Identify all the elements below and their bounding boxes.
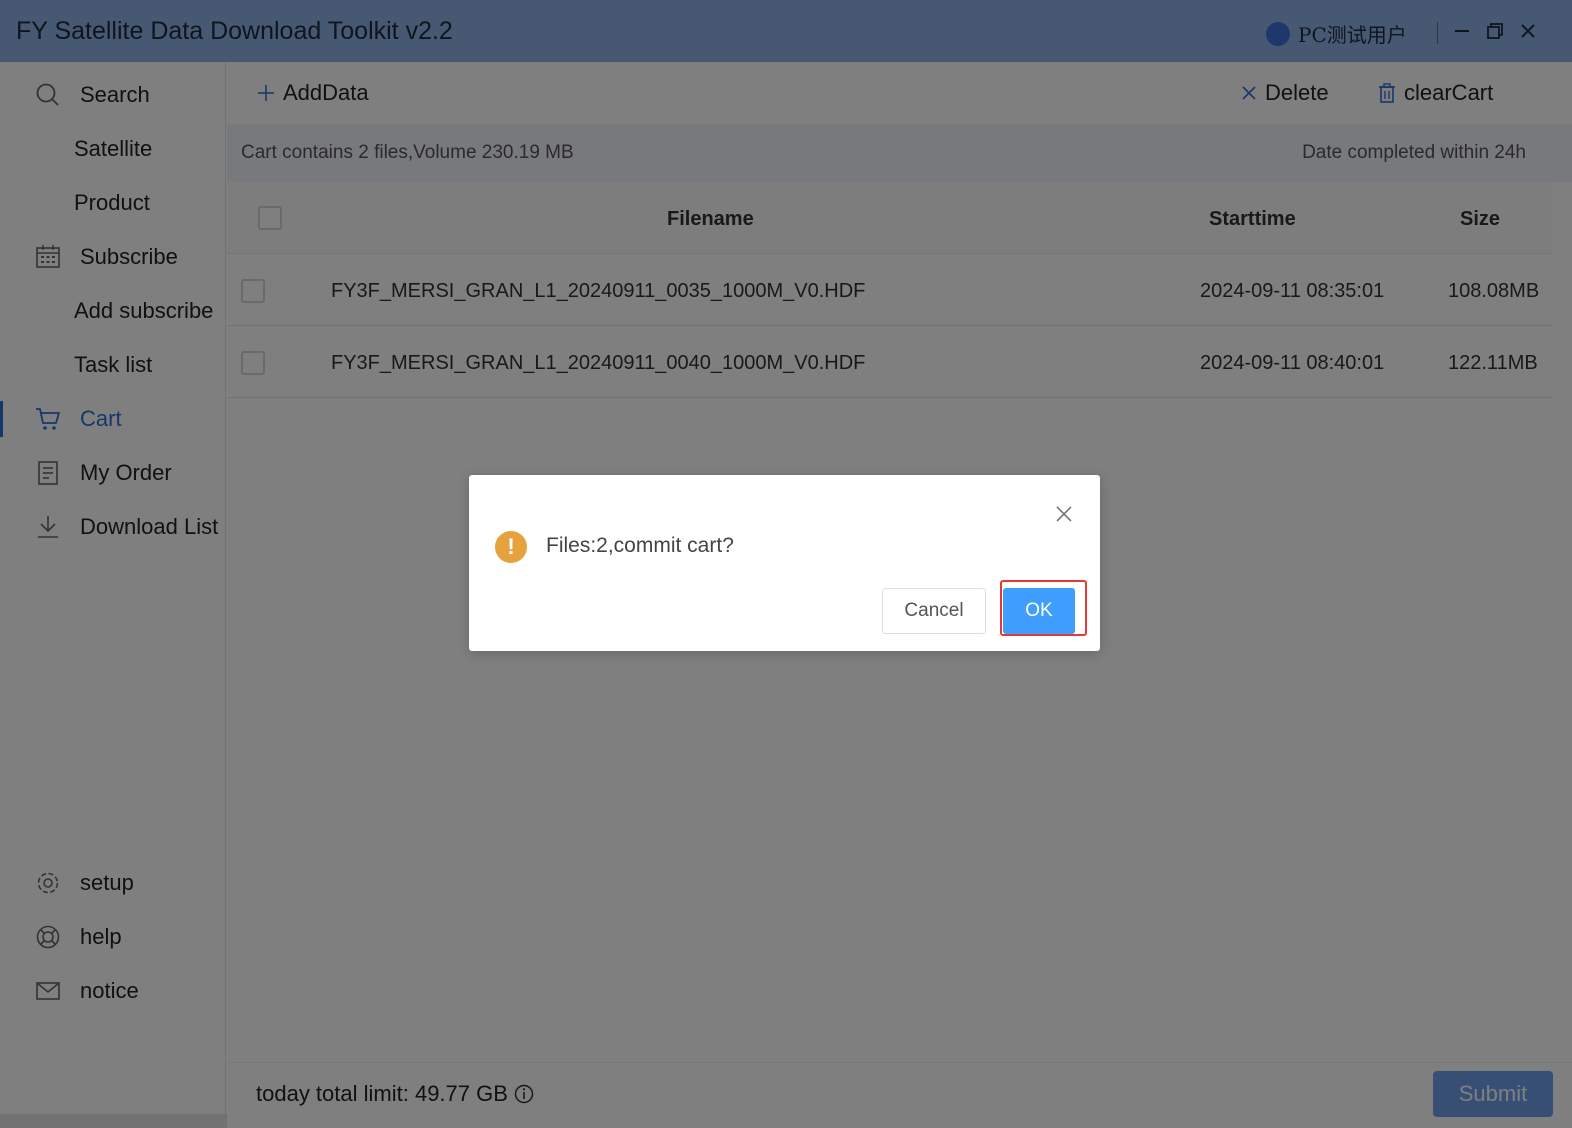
cancel-button[interactable]: Cancel	[882, 588, 986, 634]
app-window: FY Satellite Data Download Toolkit v2.2 …	[0, 0, 1572, 1128]
dialog-message: Files:2,commit cart?	[546, 534, 734, 557]
close-icon	[1056, 506, 1072, 522]
ok-button[interactable]: OK	[1003, 588, 1075, 634]
warning-icon: !	[495, 531, 527, 563]
confirm-dialog: ! Files:2,commit cart? Cancel OK	[469, 475, 1100, 651]
dialog-close-button[interactable]	[1053, 503, 1075, 525]
